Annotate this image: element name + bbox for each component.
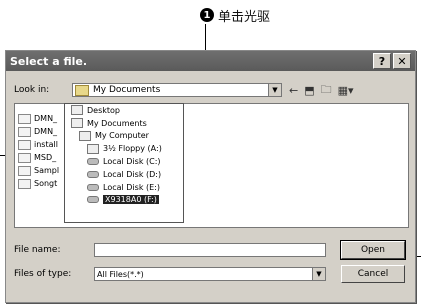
dropdown-item-label: Local Disk (D:) — [103, 169, 162, 179]
view-menu-icon[interactable]: ▦▾ — [338, 84, 354, 97]
dropdown-item[interactable]: My Computer — [65, 130, 183, 143]
list-item-label: install — [34, 140, 58, 149]
folder-icon — [18, 139, 31, 150]
dropdown-item-label: 3½ Floppy (A:) — [103, 144, 162, 154]
dropdown-item[interactable]: Desktop — [65, 104, 183, 117]
dropdown-item[interactable]: My Documents — [65, 117, 183, 130]
title-bar: Select a file. ? ✕ — [6, 51, 415, 71]
look-in-value: My Documents — [93, 85, 161, 95]
disk-icon — [87, 183, 99, 191]
close-button[interactable]: ✕ — [393, 53, 411, 69]
chevron-down-icon[interactable]: ▼ — [312, 268, 325, 280]
disk-icon — [87, 170, 99, 178]
disk-icon — [87, 158, 99, 166]
dropdown-item[interactable]: Local Disk (E:) — [65, 181, 183, 194]
up-folder-icon[interactable]: ⬒ — [304, 84, 314, 97]
dropdown-item-label: Local Disk (C:) — [103, 157, 161, 167]
folder-icon — [18, 113, 31, 124]
look-in-dropdown-list: Desktop My Documents My Computer 3½ Floppy … — [64, 103, 184, 223]
look-in-label: Look in: — [14, 85, 50, 95]
list-item-label: MSD_ — [34, 153, 57, 162]
list-item-label: DMN_ — [34, 114, 58, 123]
list-item-label: Songt — [34, 179, 58, 188]
list-item[interactable]: install — [18, 138, 59, 151]
cdrom-icon — [87, 196, 99, 204]
look-in-combobox[interactable]: My Documents ▼ — [72, 83, 282, 97]
file-name-label: File name: — [14, 245, 61, 255]
dropdown-item[interactable]: Local Disk (C:) — [65, 155, 183, 168]
folder-icon — [75, 84, 89, 96]
file-name-input[interactable] — [94, 243, 326, 257]
list-item-label: Sampl — [34, 166, 60, 175]
callout-number: 1 — [200, 8, 214, 22]
floppy-icon — [87, 143, 99, 154]
open-button[interactable]: Open — [340, 240, 406, 260]
file-type-row: Files of type: All Files(*.*) ▼ Cancel — [14, 265, 407, 283]
dropdown-item-label: My Documents — [87, 118, 147, 128]
cancel-button[interactable]: Cancel — [341, 265, 405, 283]
dropdown-item[interactable]: 3½ Floppy (A:) — [65, 142, 183, 155]
dialog-title: Select a file. — [10, 54, 88, 68]
file-type-label: Files of type: — [14, 269, 72, 279]
dropdown-item-label: X9318A0 (F:) — [103, 195, 159, 205]
file-list: DMN_ DMN_install MSD_ Sampl Songt — [18, 112, 59, 190]
dropdown-item[interactable]: X9318A0 (F:) — [65, 194, 183, 207]
dropdown-item-label: Desktop — [87, 105, 120, 115]
file-name-row: File name: Open — [14, 240, 407, 260]
list-item[interactable]: Songt — [18, 177, 59, 190]
folder-icon — [18, 126, 31, 137]
file-type-value: All Files(*.*) — [97, 269, 144, 279]
look-in-row: Look in: My Documents ▼ ← ⬒ 🗀 ▦▾ — [14, 81, 407, 99]
folder-icon — [18, 152, 31, 163]
folder-icon — [71, 105, 83, 116]
list-item[interactable]: DMN_ — [18, 112, 59, 125]
back-arrow-icon[interactable]: ← — [289, 84, 298, 97]
folder-icon — [71, 118, 83, 129]
select-file-dialog: Select a file. ? ✕ Look in: My Documents… — [5, 50, 416, 303]
dropdown-item-label: My Computer — [95, 131, 149, 141]
callout-text: 单击光驱 — [218, 9, 271, 25]
list-item[interactable]: Sampl — [18, 164, 59, 177]
file-type-select[interactable]: All Files(*.*) ▼ — [94, 267, 326, 281]
list-item[interactable]: DMN_ — [18, 125, 59, 138]
list-item[interactable]: MSD_ — [18, 151, 59, 164]
toolbar: ← ⬒ 🗀 ▦▾ — [289, 81, 354, 99]
callout-step-1: 1 单击光驱 — [200, 6, 271, 25]
list-item-label: DMN_ — [34, 127, 58, 136]
computer-icon — [79, 130, 91, 141]
folder-icon — [18, 178, 31, 189]
help-button[interactable]: ? — [373, 53, 391, 69]
dropdown-item[interactable]: Local Disk (D:) — [65, 168, 183, 181]
new-folder-icon[interactable]: 🗀 — [321, 81, 332, 100]
chevron-down-icon[interactable]: ▼ — [268, 84, 281, 96]
folder-icon — [18, 165, 31, 176]
dropdown-item-label: Local Disk (E:) — [103, 182, 160, 192]
